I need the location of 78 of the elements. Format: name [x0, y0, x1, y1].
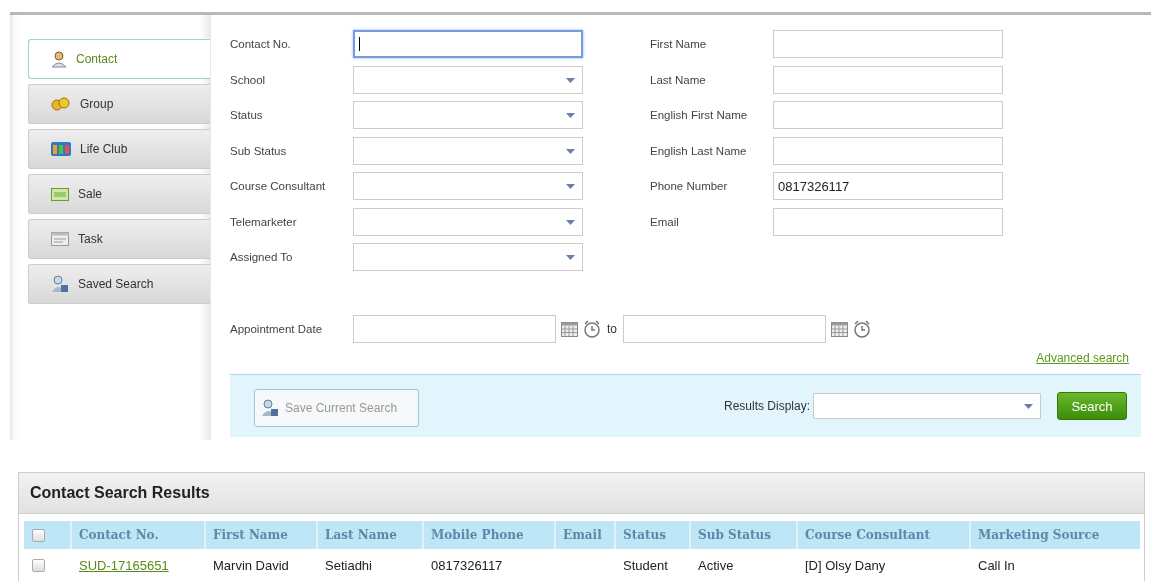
person-icon — [51, 50, 67, 68]
input-field[interactable] — [353, 30, 583, 58]
caret-icon — [566, 113, 575, 118]
select-all-checkbox[interactable] — [32, 528, 45, 542]
calendar-icon — [51, 232, 69, 246]
clock-icon[interactable] — [853, 320, 871, 338]
field-label: First Name — [650, 38, 708, 50]
sidebar-tab[interactable]: Sale — [28, 174, 210, 214]
search-button[interactable]: Search — [1057, 392, 1127, 420]
field-label: Telemarketer — [230, 215, 298, 228]
field-label: Email — [650, 215, 680, 228]
table-cell: Call In — [978, 557, 1015, 573]
coins-icon — [51, 97, 71, 111]
table-cell: 0817326117 — [431, 557, 503, 573]
input-field[interactable] — [773, 30, 1003, 58]
sidebar-tab[interactable]: Life Club — [28, 129, 210, 169]
clock-icon[interactable] — [583, 320, 601, 338]
sidebar-tab[interactable]: Task — [28, 219, 210, 259]
field-label: Last Name — [650, 73, 707, 86]
column-header[interactable]: Course Consultant — [796, 521, 969, 549]
sidebar-tab[interactable]: Saved Search — [28, 264, 210, 304]
field-label: Status — [230, 109, 264, 121]
caret-icon — [1024, 404, 1033, 409]
sidebar-tab[interactable]: Group — [28, 84, 210, 124]
field-label: School — [230, 73, 267, 86]
saved-search-icon — [261, 399, 279, 417]
column-header[interactable]: Mobile Phone — [422, 521, 554, 549]
field-label: Appointment Date — [230, 323, 324, 335]
caret-icon — [566, 77, 575, 83]
card-icon — [51, 187, 69, 201]
calendar-icon[interactable] — [831, 321, 848, 337]
field-label: English Last Name — [650, 144, 748, 157]
column-header[interactable]: First Name — [204, 521, 316, 549]
saved-search-icon — [51, 275, 69, 293]
advanced-search-link[interactable]: Advanced search — [1036, 351, 1129, 367]
field-label: Phone Number — [650, 180, 729, 192]
date-field[interactable] — [353, 315, 556, 343]
dropdown[interactable] — [353, 243, 583, 271]
results-display-dropdown[interactable] — [813, 393, 1041, 419]
results-display-label: Results Display: — [723, 399, 810, 413]
table-cell: [D] Olsy Dany — [805, 557, 886, 573]
column-header[interactable]: Email — [554, 521, 614, 549]
input-field[interactable] — [773, 65, 1003, 94]
input-field[interactable] — [773, 207, 1003, 236]
sidebar-tab[interactable]: Contact — [28, 39, 210, 79]
blocks-icon — [51, 142, 71, 156]
caret-icon — [566, 219, 575, 225]
dropdown[interactable] — [353, 172, 583, 200]
column-header[interactable]: Sub Status — [689, 521, 796, 549]
table-cell: Marvin David — [213, 557, 289, 573]
field-label: Course Consultant — [230, 180, 327, 192]
dropdown[interactable] — [353, 65, 583, 94]
input-field[interactable] — [773, 136, 1003, 165]
field-label: Contact No. — [230, 38, 292, 50]
results-title: Contact Search Results — [30, 484, 210, 502]
field-label: Assigned To — [230, 251, 294, 263]
date-field[interactable] — [623, 315, 826, 343]
column-header[interactable]: Last Name — [316, 521, 422, 549]
table-cell: Student — [623, 557, 668, 573]
column-header[interactable]: Marketing Source — [969, 521, 1137, 549]
calendar-icon[interactable] — [561, 321, 578, 337]
table-cell: Active — [698, 557, 734, 573]
column-header[interactable]: Contact No. — [70, 521, 204, 549]
to-label: to — [607, 322, 617, 336]
dropdown[interactable] — [353, 207, 583, 236]
column-header[interactable]: Status — [614, 521, 689, 549]
contact-link[interactable]: SUD-17165651 — [79, 557, 169, 573]
dropdown[interactable] — [353, 136, 583, 165]
caret-icon — [566, 184, 575, 189]
row-checkbox[interactable] — [32, 558, 45, 572]
caret-icon — [566, 148, 575, 154]
field-label: English First Name — [650, 109, 749, 121]
input-field[interactable]: 0817326117 — [773, 172, 1003, 200]
field-label: Sub Status — [230, 144, 288, 157]
table-cell: Setiadhi — [325, 557, 372, 573]
caret-icon — [566, 255, 575, 260]
dropdown[interactable] — [353, 101, 583, 129]
input-field[interactable] — [773, 101, 1003, 129]
